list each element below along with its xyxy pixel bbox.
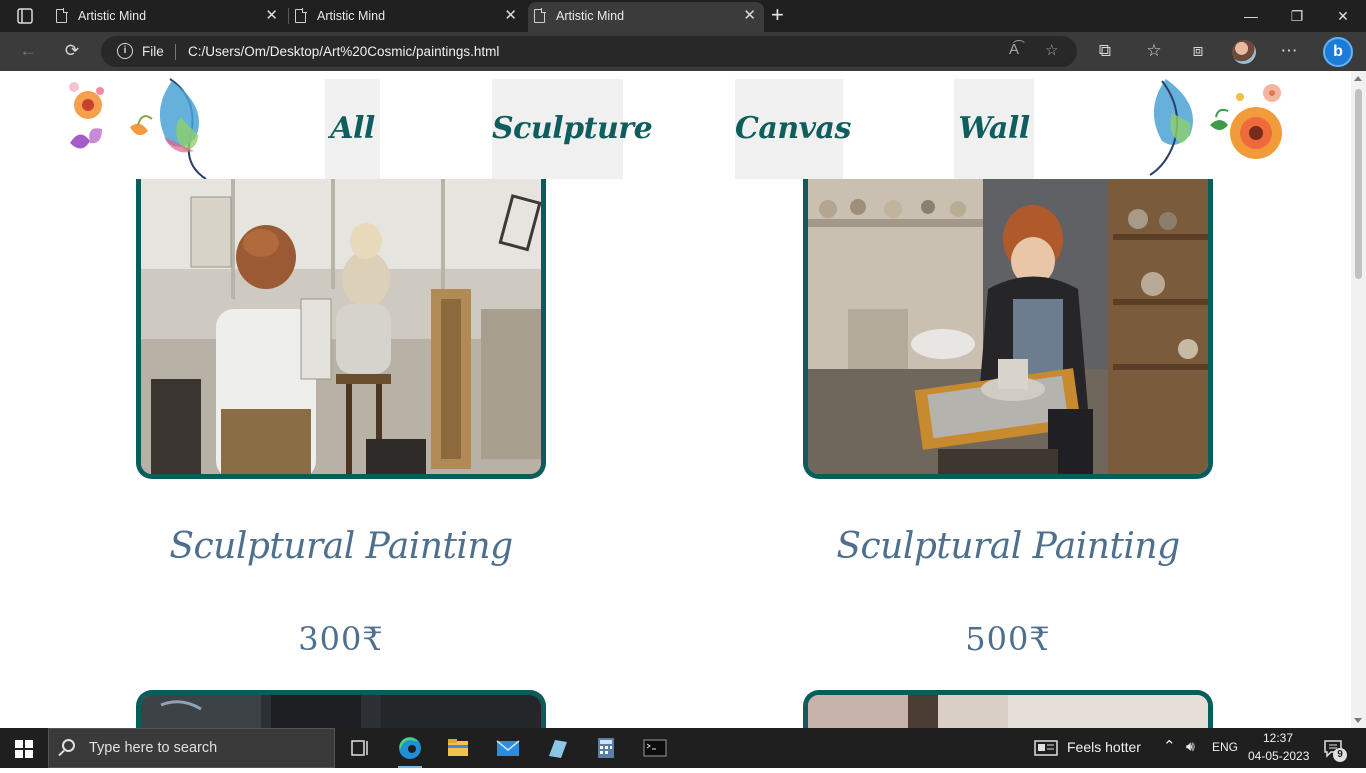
mail-icon[interactable] (484, 728, 532, 768)
more-menu-icon[interactable]: ⋯ (1277, 40, 1301, 62)
product-price-2: 500₹ (965, 620, 1051, 658)
nav-wall-button[interactable]: Wall (954, 79, 1034, 179)
tab-title: Artistic Mind (556, 9, 625, 23)
calculator-icon[interactable] (582, 728, 630, 768)
close-icon[interactable]: ✕ (743, 2, 756, 30)
profile-avatar[interactable] (1232, 40, 1256, 64)
clock-date[interactable]: 04-05-2023 (1248, 749, 1309, 763)
search-icon (62, 739, 75, 752)
pottery-photo-icon (808, 179, 1208, 474)
add-favorite-icon[interactable]: ☆ (1045, 41, 1058, 59)
taskbar-search-box[interactable]: Type here to search (48, 728, 335, 768)
volume-icon[interactable]: 🔊︎ (1186, 738, 1195, 755)
window-close-button[interactable]: ✕ (1320, 0, 1366, 32)
close-icon[interactable]: ✕ (504, 2, 517, 30)
product-price-1: 300₹ (298, 620, 384, 658)
scroll-up-arrow-icon[interactable] (1354, 76, 1362, 81)
tab-title: Artistic Mind (317, 9, 386, 23)
taskbar-search-placeholder: Type here to search (89, 740, 218, 756)
address-bar[interactable]: i File C:/Users/Om/Desktop/Art%20Cosmic/… (101, 36, 1077, 67)
page-scrollbar[interactable] (1351, 71, 1366, 728)
dark-studio-photo-icon (141, 695, 541, 728)
windows-start-icon[interactable] (15, 740, 33, 758)
page-viewport: All Sculpture Canvas Wall Sculptural Pai… (0, 71, 1351, 728)
product-image-4[interactable] (803, 690, 1213, 728)
product-title-2: Sculptural Painting (836, 526, 1180, 567)
tab-1[interactable]: Artistic Mind ✕ (50, 2, 286, 32)
notification-count-badge: 9 (1333, 748, 1347, 762)
minimize-button[interactable]: — (1228, 0, 1274, 32)
file-explorer-icon[interactable] (434, 728, 482, 768)
tray-chevron-up-icon[interactable]: ⌃ (1163, 737, 1176, 755)
close-icon[interactable]: ✕ (265, 2, 278, 30)
read-aloud-icon[interactable]: A͡ (1009, 41, 1019, 58)
nav-sculpture-button[interactable]: Sculpture (492, 79, 653, 179)
product-title-1: Sculptural Painting (169, 526, 513, 567)
address-divider (175, 44, 176, 60)
edge-taskbar-icon[interactable] (386, 728, 434, 768)
address-toolbar: ← ⟳ i File C:/Users/Om/Desktop/Art%20Cos… (0, 32, 1366, 71)
scrollbar-thumb[interactable] (1355, 89, 1362, 279)
tab-title: Artistic Mind (78, 9, 147, 23)
clock-time[interactable]: 12:37 (1263, 731, 1293, 745)
page-icon (534, 8, 546, 23)
category-nav: All Sculpture Canvas Wall (64, 79, 1285, 179)
product-image-3[interactable] (136, 690, 546, 728)
tab-actions-icon[interactable] (10, 7, 38, 25)
url-text[interactable]: C:/Users/Om/Desktop/Art%20Cosmic/paintin… (188, 36, 499, 67)
input-language[interactable]: ENG (1212, 740, 1238, 754)
tab-3-active[interactable]: Artistic Mind ✕ (528, 2, 764, 32)
collections-icon[interactable]: ⧈ (1186, 40, 1210, 62)
nav-canvas-button[interactable]: Canvas (735, 79, 851, 179)
page-icon (56, 8, 68, 23)
new-tab-button[interactable]: + (771, 3, 784, 27)
page-icon (295, 8, 307, 23)
light-studio-photo-icon (808, 695, 1208, 728)
tab-2[interactable]: Artistic Mind ✕ (289, 2, 525, 32)
product-image-2[interactable] (803, 179, 1213, 479)
nav-all-button[interactable]: All (325, 79, 380, 179)
windows-taskbar: Type here to search Feels hotter ⌃ 🔊︎ EN… (0, 728, 1366, 768)
refresh-icon[interactable]: ⟳ (60, 40, 84, 62)
weather-news-icon[interactable] (1034, 740, 1060, 756)
restore-button[interactable]: ❐ (1274, 0, 1320, 32)
weather-text[interactable]: Feels hotter (1067, 739, 1141, 755)
terminal-icon[interactable] (631, 728, 679, 768)
tab-strip: Artistic Mind ✕ Artistic Mind ✕ Artistic… (0, 0, 1366, 32)
back-arrow-icon[interactable]: ← (16, 40, 40, 62)
scheme-label: File (142, 44, 164, 59)
task-view-icon[interactable] (336, 728, 384, 768)
studio-photo-icon (141, 179, 541, 474)
product-image-1[interactable] (136, 179, 546, 479)
notes-app-icon[interactable] (533, 728, 581, 768)
scroll-down-arrow-icon[interactable] (1354, 718, 1362, 723)
favorites-icon[interactable]: ☆ (1142, 40, 1166, 62)
extensions-icon[interactable]: ⧉ (1093, 40, 1117, 62)
info-icon[interactable]: i (117, 43, 133, 59)
bing-chat-icon[interactable]: b (1323, 37, 1353, 67)
